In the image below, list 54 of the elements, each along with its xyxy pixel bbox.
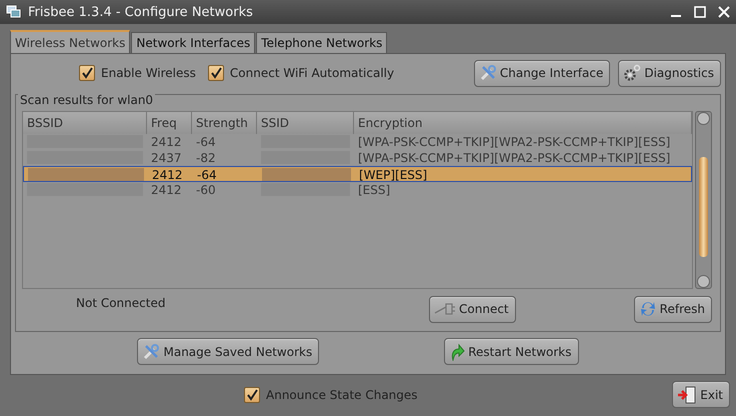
table-cell-text: 2437 (150, 150, 183, 166)
column-header[interactable]: SSID (257, 112, 354, 134)
gear-icon (623, 64, 642, 82)
app-icon (6, 5, 22, 19)
checkbox[interactable] (244, 386, 260, 402)
checkbox-option[interactable]: Announce State Changes (244, 386, 418, 402)
checkbox[interactable] (79, 65, 95, 81)
plug-icon (434, 302, 456, 316)
window-title: Frisbee 1.3.4 - Configure Networks (28, 4, 253, 20)
tab[interactable]: Wireless Networks (10, 30, 130, 53)
checkbox-label: Enable Wireless (101, 66, 196, 80)
group-title: Scan results for wlan0 (18, 93, 156, 107)
tools-icon (478, 64, 497, 82)
manage-saved-networks-button[interactable]: Manage Saved Networks (137, 338, 320, 365)
table-cell-text: 2412 (150, 134, 183, 150)
checkbox-option[interactable]: Connect WiFi Automatically (208, 65, 394, 81)
checkbox[interactable] (208, 65, 224, 81)
table-cell-text: -64 (196, 167, 218, 183)
diagnostics-button[interactable]: Diagnostics (618, 60, 721, 86)
close-icon[interactable] (718, 6, 730, 18)
column-header[interactable]: Strength (192, 112, 257, 134)
restart-networks-button[interactable]: Restart Networks (444, 338, 578, 365)
column-header[interactable]: Encryption (354, 112, 692, 134)
tab[interactable]: Network Interfaces (131, 32, 256, 53)
checkbox-label: Announce State Changes (266, 388, 418, 402)
table-cell-text: 2412 (151, 167, 184, 183)
tab[interactable]: Telephone Networks (256, 32, 388, 53)
column-header[interactable]: BSSID (23, 112, 147, 134)
table-cell-text: 2412 (150, 182, 183, 198)
table-cell-text: -64 (195, 134, 217, 150)
scrollbar[interactable] (695, 111, 712, 289)
connection-status: Not Connected (75, 296, 166, 310)
refresh-icon (638, 300, 657, 318)
table-cell-text: [WPA-PSK-CCMP+TKIP][WPA2-PSK-CCMP+TKIP][ESS] (357, 150, 672, 166)
refresh-button[interactable]: Refresh (634, 296, 712, 322)
network-row[interactable]: 2412 -60 [ESS] (23, 182, 692, 198)
network-row[interactable]: 2412 -64 [WEP][ESS] (23, 166, 692, 182)
table-cell-text: [WEP][ESS] (358, 167, 428, 183)
tools-icon (142, 342, 160, 360)
table-cell-text: [WPA-PSK-CCMP+TKIP][WPA2-PSK-CCMP+TKIP][ESS] (357, 134, 672, 150)
exit-button[interactable]: Exit (672, 381, 730, 408)
network-row[interactable]: 2412 -64 [WPA-PSK-CCMP+TKIP][WPA2-PSK-CCMP+TKIP][ESS] (23, 134, 692, 150)
checkbox-label: Connect WiFi Automatically (230, 66, 394, 80)
change-interface-button[interactable]: Change Interface (474, 60, 610, 86)
connect-button[interactable]: Connect (429, 296, 516, 322)
table-cell-text: -60 (195, 182, 217, 198)
exit-door-icon (677, 386, 698, 404)
maximize-icon[interactable] (694, 6, 706, 18)
table-cell-text: -82 (195, 150, 217, 166)
checkbox-option[interactable]: Enable Wireless (79, 65, 196, 81)
network-row[interactable]: 2437 -82 [WPA-PSK-CCMP+TKIP][WPA2-PSK-CCMP+TKIP][ESS] (23, 150, 692, 166)
curved-arrow-icon (449, 342, 466, 360)
column-header[interactable]: Freq (147, 112, 192, 134)
table-cell-text: [ESS] (357, 182, 392, 198)
